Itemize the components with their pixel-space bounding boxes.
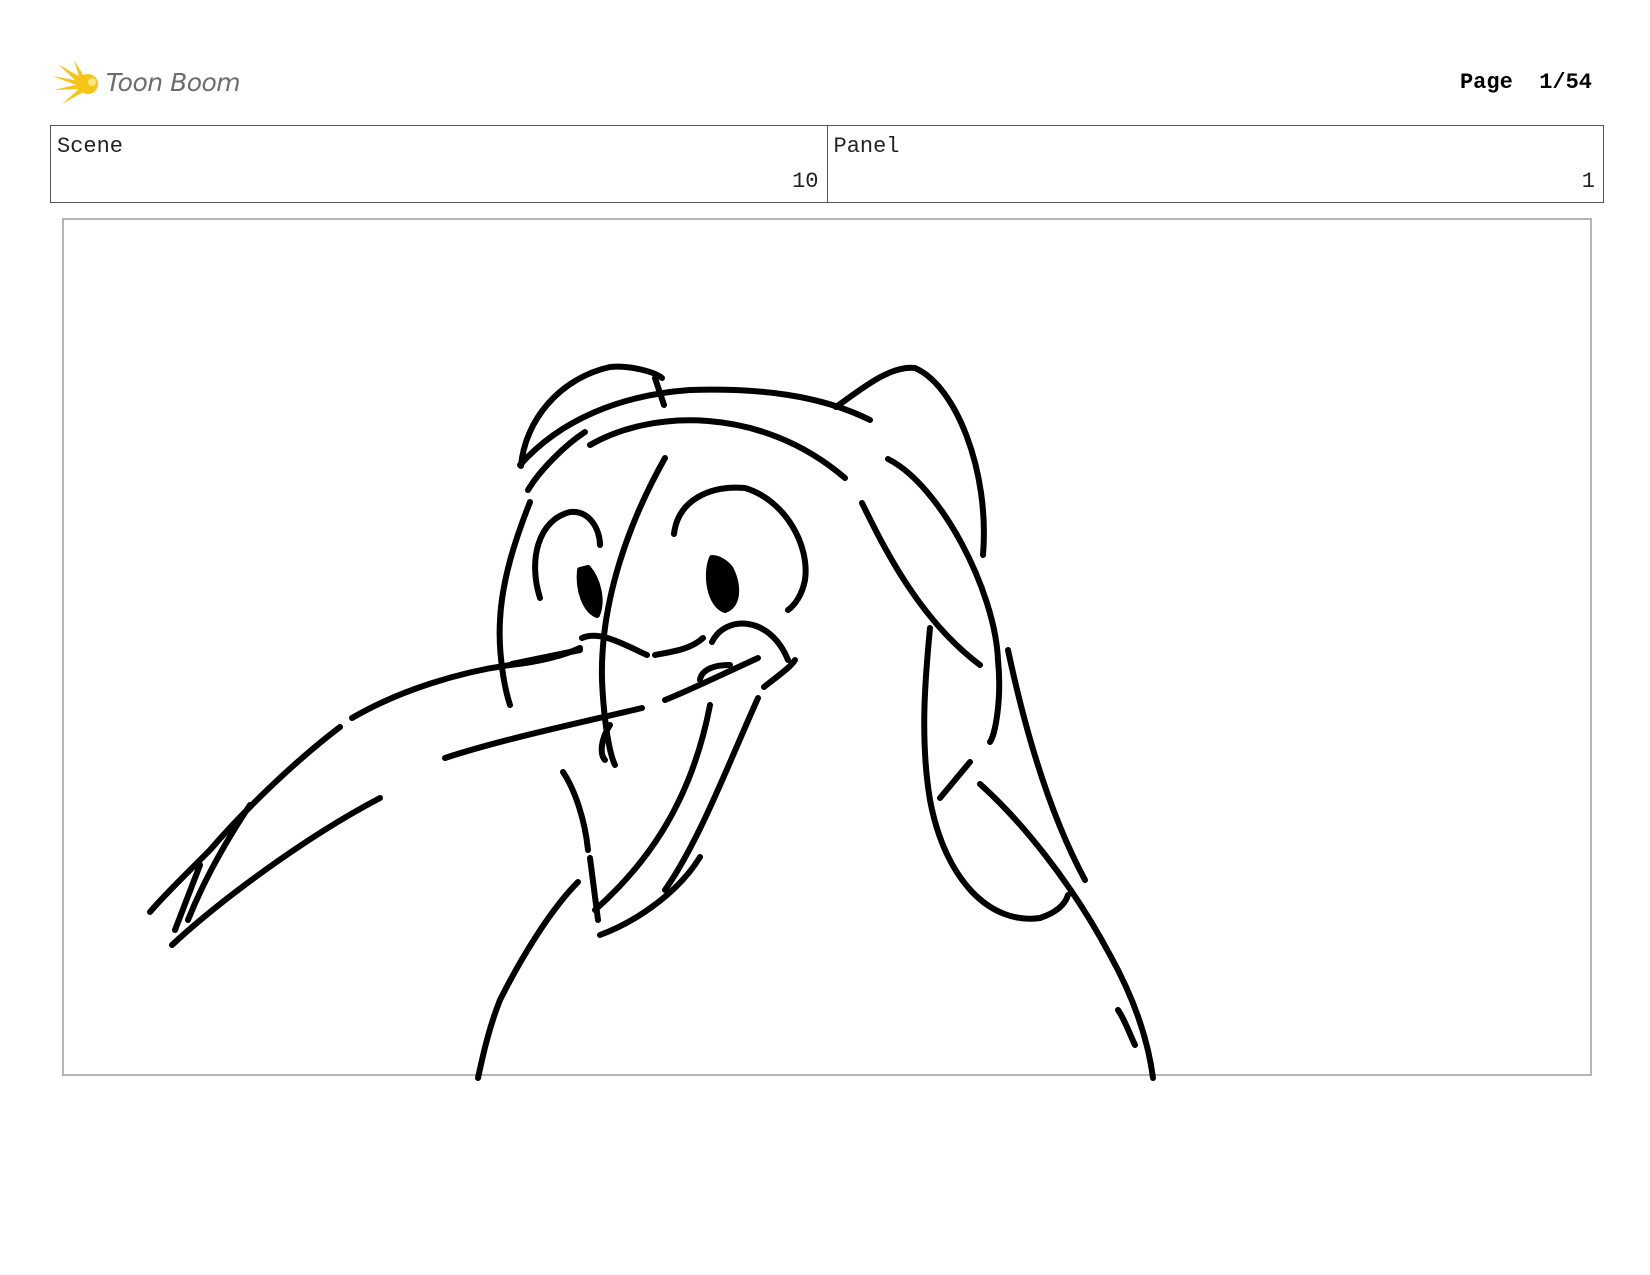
scene-label: Scene [57, 134, 124, 159]
panel-cell: Panel 1 [826, 126, 1604, 202]
scene-panel-info: Scene 10 Panel 1 [50, 125, 1604, 203]
starburst-icon [52, 60, 98, 104]
panel-value: 1 [1581, 169, 1595, 194]
scene-cell: Scene 10 [51, 126, 827, 202]
page-value: 1/54 [1539, 70, 1592, 95]
panel-label: Panel [833, 134, 900, 159]
page-label: Page [1459, 70, 1513, 95]
page-indicator: Page 1/54 [1460, 70, 1592, 95]
storyboard-panel-frame [62, 218, 1592, 1076]
logo-text: Toon Boom [106, 67, 241, 97]
scene-value: 10 [792, 169, 819, 194]
toon-boom-logo: Toon Boom [52, 56, 241, 108]
